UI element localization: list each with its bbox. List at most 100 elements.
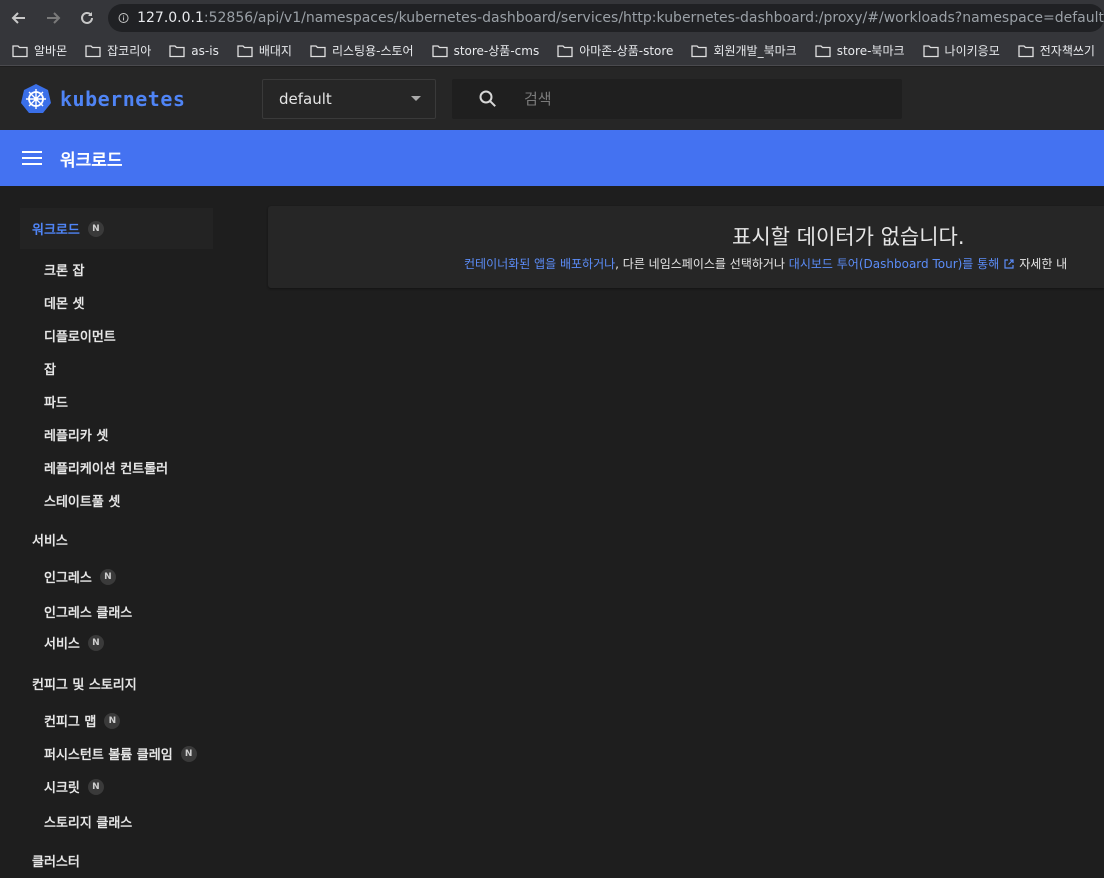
sidebar-section-label: 컨피그 및 스토리지	[32, 678, 137, 693]
sidebar-item-pods[interactable]: 파드	[44, 392, 68, 411]
sidebar-item-replicasets[interactable]: 레플리카 셋	[44, 425, 108, 444]
brand-name: kubernetes	[60, 86, 186, 111]
bookmark-folder[interactable]: as-is	[169, 44, 219, 58]
sidebar-item-statefulsets[interactable]: 스테이트풀 셋	[44, 491, 120, 510]
namespaced-badge: N	[87, 634, 104, 651]
sidebar-item-label: 디플로이먼트	[44, 330, 116, 345]
sidebar-item-deployments[interactable]: 디플로이먼트	[44, 326, 116, 345]
empty-state-description: 컨테이너화된 앱을 배포하거나 , 다른 네임스페이스를 선택하거나 대시보드 …	[464, 255, 1067, 272]
folder-icon	[557, 44, 573, 57]
sidebar-item-configmaps[interactable]: 컨피그 맵 N	[44, 711, 121, 730]
sidebar-item-storageclasses[interactable]: 스토리지 클래스	[44, 812, 132, 831]
bookmark-folder[interactable]: 배대지	[237, 42, 292, 59]
chevron-down-icon	[411, 96, 421, 101]
sidebar-item-label: 컨피그 맵	[44, 715, 97, 730]
reload-button[interactable]	[72, 3, 102, 33]
sidebar-item-label: 인그레스	[44, 571, 92, 586]
namespaced-badge: N	[99, 568, 116, 585]
folder-icon	[85, 44, 101, 57]
bookmark-label: 회원개발_북마크	[713, 44, 797, 58]
hamburger-menu-icon[interactable]	[22, 151, 42, 165]
info-icon[interactable]	[118, 10, 129, 26]
namespace-select[interactable]: default	[262, 78, 436, 119]
page-toolbar: 워크로드	[0, 130, 1104, 186]
browser-toolbar: 127.0.0.1:52856/api/v1/namespaces/kubern…	[0, 0, 1104, 36]
bookmark-label: 나이키응모	[944, 44, 1000, 58]
sidebar-item-cronjobs[interactable]: 크론 잡	[44, 260, 84, 279]
bookmark-label: 아마존-상품-store	[579, 44, 674, 58]
bookmark-folder[interactable]: 나이키응모	[922, 42, 1000, 59]
back-button[interactable]	[4, 3, 34, 33]
app-header: kubernetes default	[0, 67, 1104, 130]
folder-icon	[691, 44, 708, 57]
bookmark-label: as-is	[191, 43, 219, 58]
bookmark-label: 리스팅용-스토어	[331, 44, 414, 58]
sidebar-item-ingressclasses[interactable]: 인그레스 클래스	[44, 602, 132, 621]
folder-icon	[815, 44, 831, 57]
bookmark-label: 배대지	[258, 44, 292, 58]
bookmark-label: 잡코리아	[107, 44, 152, 58]
sidebar-item-label: 스테이트풀 셋	[44, 495, 121, 510]
bookmark-label: store-상품-cms	[453, 44, 540, 58]
sidebar-item-label: 레플리케이션 컨트롤러	[44, 462, 169, 477]
empty-state-text-tail: 자세한 내	[1019, 257, 1068, 271]
bookmark-label: store-북마크	[836, 44, 905, 58]
bookmark-folder[interactable]: 리스팅용-스토어	[310, 42, 414, 59]
sidebar-item-services[interactable]: 서비스 N	[44, 633, 104, 652]
sidebar-item-label: 데몬 셋	[44, 297, 85, 312]
url-host: 127.0.0.1	[137, 10, 204, 26]
sidebar-item-label: 퍼시스턴트 볼륨 클레임	[44, 748, 173, 763]
sidebar-item-jobs[interactable]: 잡	[44, 359, 56, 378]
empty-state-text: , 다른 네임스페이스를 선택하거나	[615, 257, 789, 271]
sidebar-item-pvcs[interactable]: 퍼시스턴트 볼륨 클레임 N	[44, 744, 197, 763]
folder-icon	[1018, 44, 1034, 57]
sidebar-nav: 워크로드 N 크론 잡 데몬 셋 디플로이먼트 잡 파드 레플리카 셋 레플리케…	[0, 186, 250, 878]
external-link-icon[interactable]	[1003, 258, 1015, 270]
sidebar-item-label: 시크릿	[44, 781, 80, 796]
kubernetes-helm-icon	[21, 83, 51, 113]
bookmark-folder[interactable]: 알바몬	[12, 42, 67, 59]
search-box[interactable]	[452, 78, 902, 119]
sidebar-item-daemonsets[interactable]: 데몬 셋	[44, 293, 84, 312]
sidebar-section-config-storage[interactable]: 컨피그 및 스토리지	[32, 674, 137, 693]
deploy-app-link[interactable]: 컨테이너화된 앱을 배포하거나	[464, 255, 615, 272]
sidebar-section-cluster[interactable]: 클러스터	[32, 851, 80, 870]
namespaced-badge: N	[180, 745, 197, 762]
url-bar[interactable]: 127.0.0.1:52856/api/v1/namespaces/kubern…	[108, 4, 1104, 32]
sidebar-section-workloads[interactable]: 워크로드 N	[20, 208, 213, 249]
bookmark-folder[interactable]: 전자책쓰기	[1018, 42, 1095, 59]
sidebar-item-replicationcontrollers[interactable]: 레플리케이션 컨트롤러	[44, 458, 168, 477]
sidebar-item-label: 서비스	[44, 637, 80, 652]
sidebar-item-label: 스토리지 클래스	[44, 816, 133, 831]
folder-icon	[922, 44, 939, 57]
bookmark-folder[interactable]: 아마존-상품-store	[557, 42, 673, 59]
sidebar-item-ingresses[interactable]: 인그레스 N	[44, 567, 116, 586]
sidebar-item-label: 레플리카 셋	[44, 429, 109, 444]
url-path: :52856/api/v1/namespaces/kubernetes-dash…	[203, 10, 1104, 26]
bookmark-folder[interactable]: 회원개발_북마크	[691, 42, 797, 59]
sidebar-section-label: 서비스	[32, 534, 68, 549]
forward-button[interactable]	[38, 3, 68, 33]
reload-icon	[81, 11, 93, 24]
sidebar-item-label: 파드	[44, 396, 68, 411]
empty-state-headline: 표시할 데이터가 없습니다.	[732, 225, 965, 249]
page-title: 워크로드	[60, 150, 123, 171]
bookmark-label: 전자책쓰기	[1039, 44, 1095, 58]
sidebar-item-label: 인그레스 클래스	[44, 606, 133, 621]
namespaced-badge: N	[104, 712, 121, 729]
sidebar-section-services[interactable]: 서비스	[32, 530, 68, 549]
namespace-value: default	[279, 89, 332, 108]
namespaced-badge: N	[87, 778, 104, 795]
namespaced-badge: N	[87, 220, 104, 237]
sidebar-item-secrets[interactable]: 시크릿 N	[44, 777, 104, 796]
arrow-right-icon	[47, 12, 61, 24]
folder-icon	[169, 44, 185, 57]
bookmark-folder[interactable]: 잡코리아	[85, 42, 151, 59]
bookmark-folder[interactable]: store-상품-cms	[431, 42, 540, 59]
search-icon	[479, 90, 496, 107]
search-input[interactable]	[524, 89, 864, 108]
bookmark-folder[interactable]: store-북마크	[815, 42, 905, 59]
folder-icon	[310, 44, 326, 57]
dashboard-tour-link[interactable]: 대시보드 투어(Dashboard Tour)를 통해	[789, 255, 999, 272]
kubernetes-logo[interactable]: kubernetes	[20, 83, 262, 115]
